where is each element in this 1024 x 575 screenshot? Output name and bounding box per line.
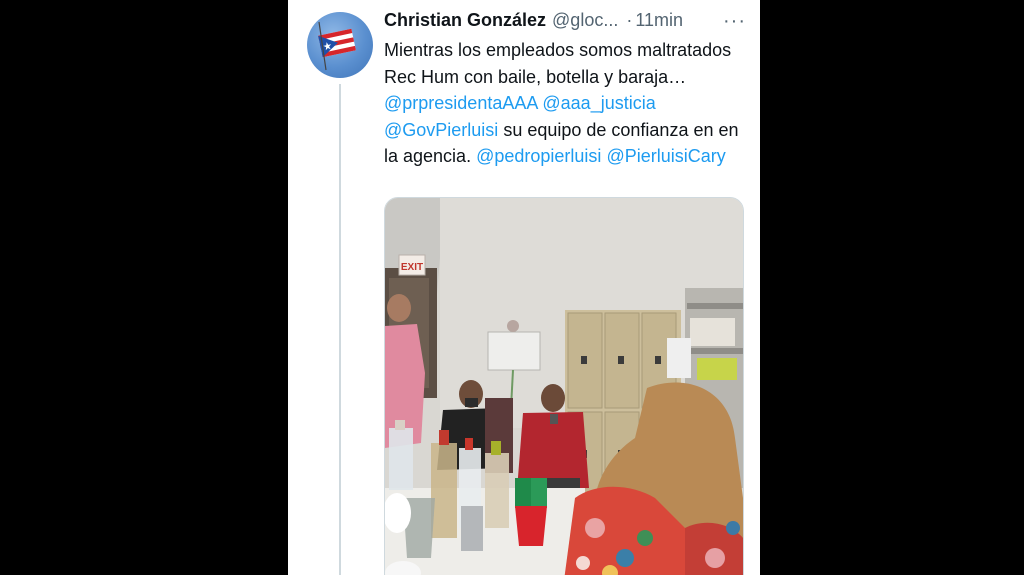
tweet-timestamp[interactable]: 11min bbox=[635, 10, 683, 31]
tweet-card[interactable]: Christian González @gloc... · 11min ··· … bbox=[288, 0, 760, 575]
puerto-rico-flag-icon bbox=[318, 21, 356, 71]
mention-prpresidentaaaa[interactable]: @prpresidentaAAA bbox=[384, 93, 537, 113]
mention-pedropierluisi[interactable]: @pedropierluisi bbox=[476, 146, 601, 166]
more-horizontal-icon[interactable]: ··· bbox=[723, 10, 746, 33]
exit-sign: EXIT bbox=[401, 262, 423, 273]
author-name[interactable]: Christian González bbox=[384, 10, 546, 31]
mention-pierluisicary[interactable]: @PierluisiCary bbox=[606, 146, 725, 166]
thread-line bbox=[339, 84, 341, 575]
author-handle[interactable]: @gloc... bbox=[552, 10, 618, 31]
tweet-text: Mientras los empleados somos maltratados… bbox=[384, 37, 750, 170]
avatar[interactable] bbox=[307, 12, 373, 78]
office-party-photo: EXIT bbox=[385, 198, 743, 575]
tweet-photo[interactable]: EXIT bbox=[384, 197, 744, 575]
separator-dot: · bbox=[626, 10, 633, 30]
mention-govpierluisi[interactable]: @GovPierluisi bbox=[384, 120, 498, 140]
tweet-text-segment: Mientras los empleados somos maltratados… bbox=[384, 40, 732, 87]
tweet-header: Christian González @gloc... · 11min bbox=[384, 10, 744, 36]
mention-aaa-justicia[interactable]: @aaa_justicia bbox=[542, 93, 655, 113]
